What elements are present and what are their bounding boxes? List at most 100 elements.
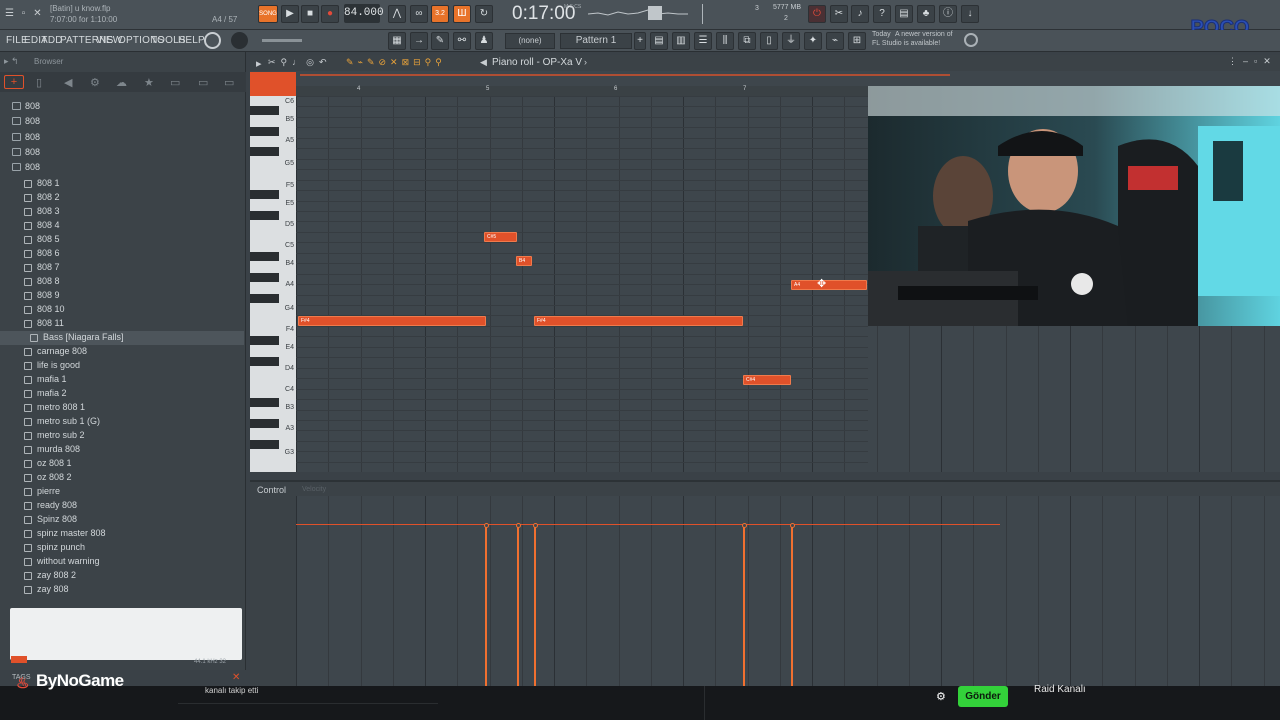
browser-folder3-icon[interactable]: ▭ bbox=[224, 76, 234, 89]
close-icon[interactable]: ✕ bbox=[32, 8, 43, 19]
piano-roll-tools[interactable]: ✂⚲♩◎↶ bbox=[268, 57, 332, 68]
tree-folder[interactable]: 808 bbox=[0, 146, 244, 160]
velocity-bar[interactable] bbox=[517, 526, 519, 690]
browser-folder2-icon[interactable]: ▭ bbox=[198, 76, 208, 89]
stamp-icon[interactable]: ♟ bbox=[475, 32, 493, 50]
scroll-thumb[interactable] bbox=[300, 74, 950, 76]
tree-item[interactable]: 808 4 bbox=[0, 219, 244, 233]
link-icon[interactable]: ⚯ bbox=[453, 32, 471, 50]
tree-item[interactable]: zay 808 bbox=[0, 583, 244, 597]
tree-item[interactable]: 808 2 bbox=[0, 191, 244, 205]
tree-item[interactable]: zay 808 2 bbox=[0, 569, 244, 583]
tempo-corner[interactable] bbox=[250, 72, 296, 96]
velocity-handle[interactable] bbox=[515, 523, 521, 528]
channel-selector[interactable]: (none) bbox=[505, 33, 555, 49]
tree-folder[interactable]: 808 bbox=[0, 100, 244, 114]
black-key[interactable] bbox=[250, 252, 279, 261]
speaker-icon[interactable]: ◀ bbox=[480, 57, 487, 68]
velocity-bar[interactable] bbox=[791, 526, 793, 690]
black-key[interactable] bbox=[250, 398, 279, 407]
tree-item[interactable]: Spinz 808 bbox=[0, 513, 244, 527]
play-button[interactable]: ▶ bbox=[281, 5, 299, 23]
tree-item[interactable]: metro sub 2 bbox=[0, 429, 244, 443]
tree-item[interactable]: mafia 1 bbox=[0, 373, 244, 387]
download-icon[interactable]: ↓ bbox=[961, 5, 979, 23]
help-icon[interactable]: ? bbox=[873, 5, 891, 23]
black-key[interactable] bbox=[250, 106, 279, 115]
black-key[interactable] bbox=[250, 211, 279, 220]
black-key[interactable] bbox=[250, 294, 279, 303]
piano-roll-scrollbar[interactable] bbox=[250, 71, 1280, 86]
note-cs4[interactable]: C#4 bbox=[743, 375, 791, 385]
restore-icon[interactable]: ▫ bbox=[18, 8, 29, 19]
tree-item[interactable]: 808 11 bbox=[0, 317, 244, 331]
black-key[interactable] bbox=[250, 357, 279, 366]
browser-cloud-icon[interactable]: ☁ bbox=[116, 76, 127, 89]
file-icon[interactable]: ▯ bbox=[760, 32, 778, 50]
note-b4[interactable]: B4 bbox=[516, 256, 532, 266]
power-icon[interactable]: ⏻ bbox=[808, 5, 826, 23]
browser-nav-icons[interactable]: ▸ ↰ bbox=[4, 56, 19, 67]
mixer-icon[interactable]: ⫼ bbox=[716, 32, 734, 50]
tree-item[interactable]: mafia 2 bbox=[0, 387, 244, 401]
raid-label[interactable]: Raid Kanalı bbox=[1034, 684, 1086, 695]
chat-input[interactable] bbox=[178, 703, 438, 720]
cart-icon[interactable]: ⊞ bbox=[848, 32, 866, 50]
wand-icon[interactable]: ✦ bbox=[804, 32, 822, 50]
title-arrow-icon[interactable]: › bbox=[584, 57, 587, 67]
tree-item[interactable]: pierre bbox=[0, 485, 244, 499]
loop-record-icon[interactable]: ↻ bbox=[475, 5, 493, 23]
project-icon[interactable]: ⧉ bbox=[738, 32, 756, 50]
velocity-handle[interactable] bbox=[741, 523, 747, 528]
black-key[interactable] bbox=[250, 336, 279, 345]
velocity-handle[interactable] bbox=[789, 523, 795, 528]
keyboard-icon[interactable]: ▦ bbox=[388, 32, 406, 50]
black-key[interactable] bbox=[250, 127, 279, 136]
pencil-icon[interactable]: ✎ bbox=[431, 32, 449, 50]
brush-icon[interactable]: ⌁ bbox=[826, 32, 844, 50]
collapse-arrow-icon[interactable]: ▸ bbox=[256, 57, 262, 70]
tree-item[interactable]: 808 1 bbox=[0, 177, 244, 191]
tree-item[interactable]: 808 10 bbox=[0, 303, 244, 317]
piano-roll-icon[interactable]: ▥ bbox=[672, 32, 690, 50]
control-sub-label[interactable]: Velocity bbox=[302, 486, 326, 493]
blend-notes-icon[interactable]: Ш bbox=[453, 5, 471, 23]
stop-button[interactable]: ■ bbox=[301, 5, 319, 23]
tree-item[interactable]: murda 808 bbox=[0, 443, 244, 457]
timeline-ruler[interactable]: 4 5 6 7 bbox=[296, 86, 868, 96]
info-icon[interactable]: ⓘ bbox=[939, 5, 957, 23]
tree-item[interactable]: 808 7 bbox=[0, 261, 244, 275]
tree-item[interactable]: ready 808 bbox=[0, 499, 244, 513]
browser-speaker-icon[interactable]: ◀ bbox=[64, 76, 72, 89]
tempo-display[interactable]: 84.000 bbox=[344, 4, 384, 23]
tree-item[interactable]: spinz master 808 bbox=[0, 527, 244, 541]
tree-item[interactable]: oz 808 2 bbox=[0, 471, 244, 485]
note-fs4[interactable]: F#4 bbox=[534, 316, 743, 326]
update-icon[interactable] bbox=[964, 33, 978, 47]
preview-play-icon[interactable] bbox=[11, 656, 27, 663]
menu-icon[interactable]: ☰ bbox=[4, 8, 15, 19]
browser-star-icon[interactable]: ★ bbox=[144, 76, 154, 89]
master-slider[interactable] bbox=[262, 39, 302, 42]
tree-folder[interactable]: 808 bbox=[0, 115, 244, 129]
black-key[interactable] bbox=[250, 419, 279, 428]
news-line-1[interactable]: A newer version of bbox=[895, 31, 953, 38]
tree-item[interactable]: 808 6 bbox=[0, 247, 244, 261]
volume-knob-icon[interactable] bbox=[231, 32, 248, 49]
window-controls[interactable]: ⋮–▫✕ bbox=[1228, 56, 1277, 67]
tree-item[interactable]: 808 9 bbox=[0, 289, 244, 303]
plug-icon[interactable]: ⏚ bbox=[782, 32, 800, 50]
send-button[interactable]: Gönder bbox=[958, 686, 1008, 707]
browser-files-icon[interactable]: ▯ bbox=[36, 76, 42, 89]
velocity-handle[interactable] bbox=[483, 523, 489, 528]
velocity-bar[interactable] bbox=[485, 526, 487, 690]
playlist-icon[interactable]: ▤ bbox=[650, 32, 668, 50]
black-key[interactable] bbox=[250, 190, 279, 199]
metronome-icon[interactable]: ⋀ bbox=[388, 5, 406, 23]
pitch-knob-icon[interactable] bbox=[204, 32, 221, 49]
tools-icon[interactable]: ✂ bbox=[830, 5, 848, 23]
browser-all-icon[interactable]: + bbox=[4, 75, 24, 89]
control-label[interactable]: Control bbox=[257, 485, 286, 495]
wait-input-icon[interactable]: ∞ bbox=[410, 5, 428, 23]
tree-item[interactable]: 808 8 bbox=[0, 275, 244, 289]
